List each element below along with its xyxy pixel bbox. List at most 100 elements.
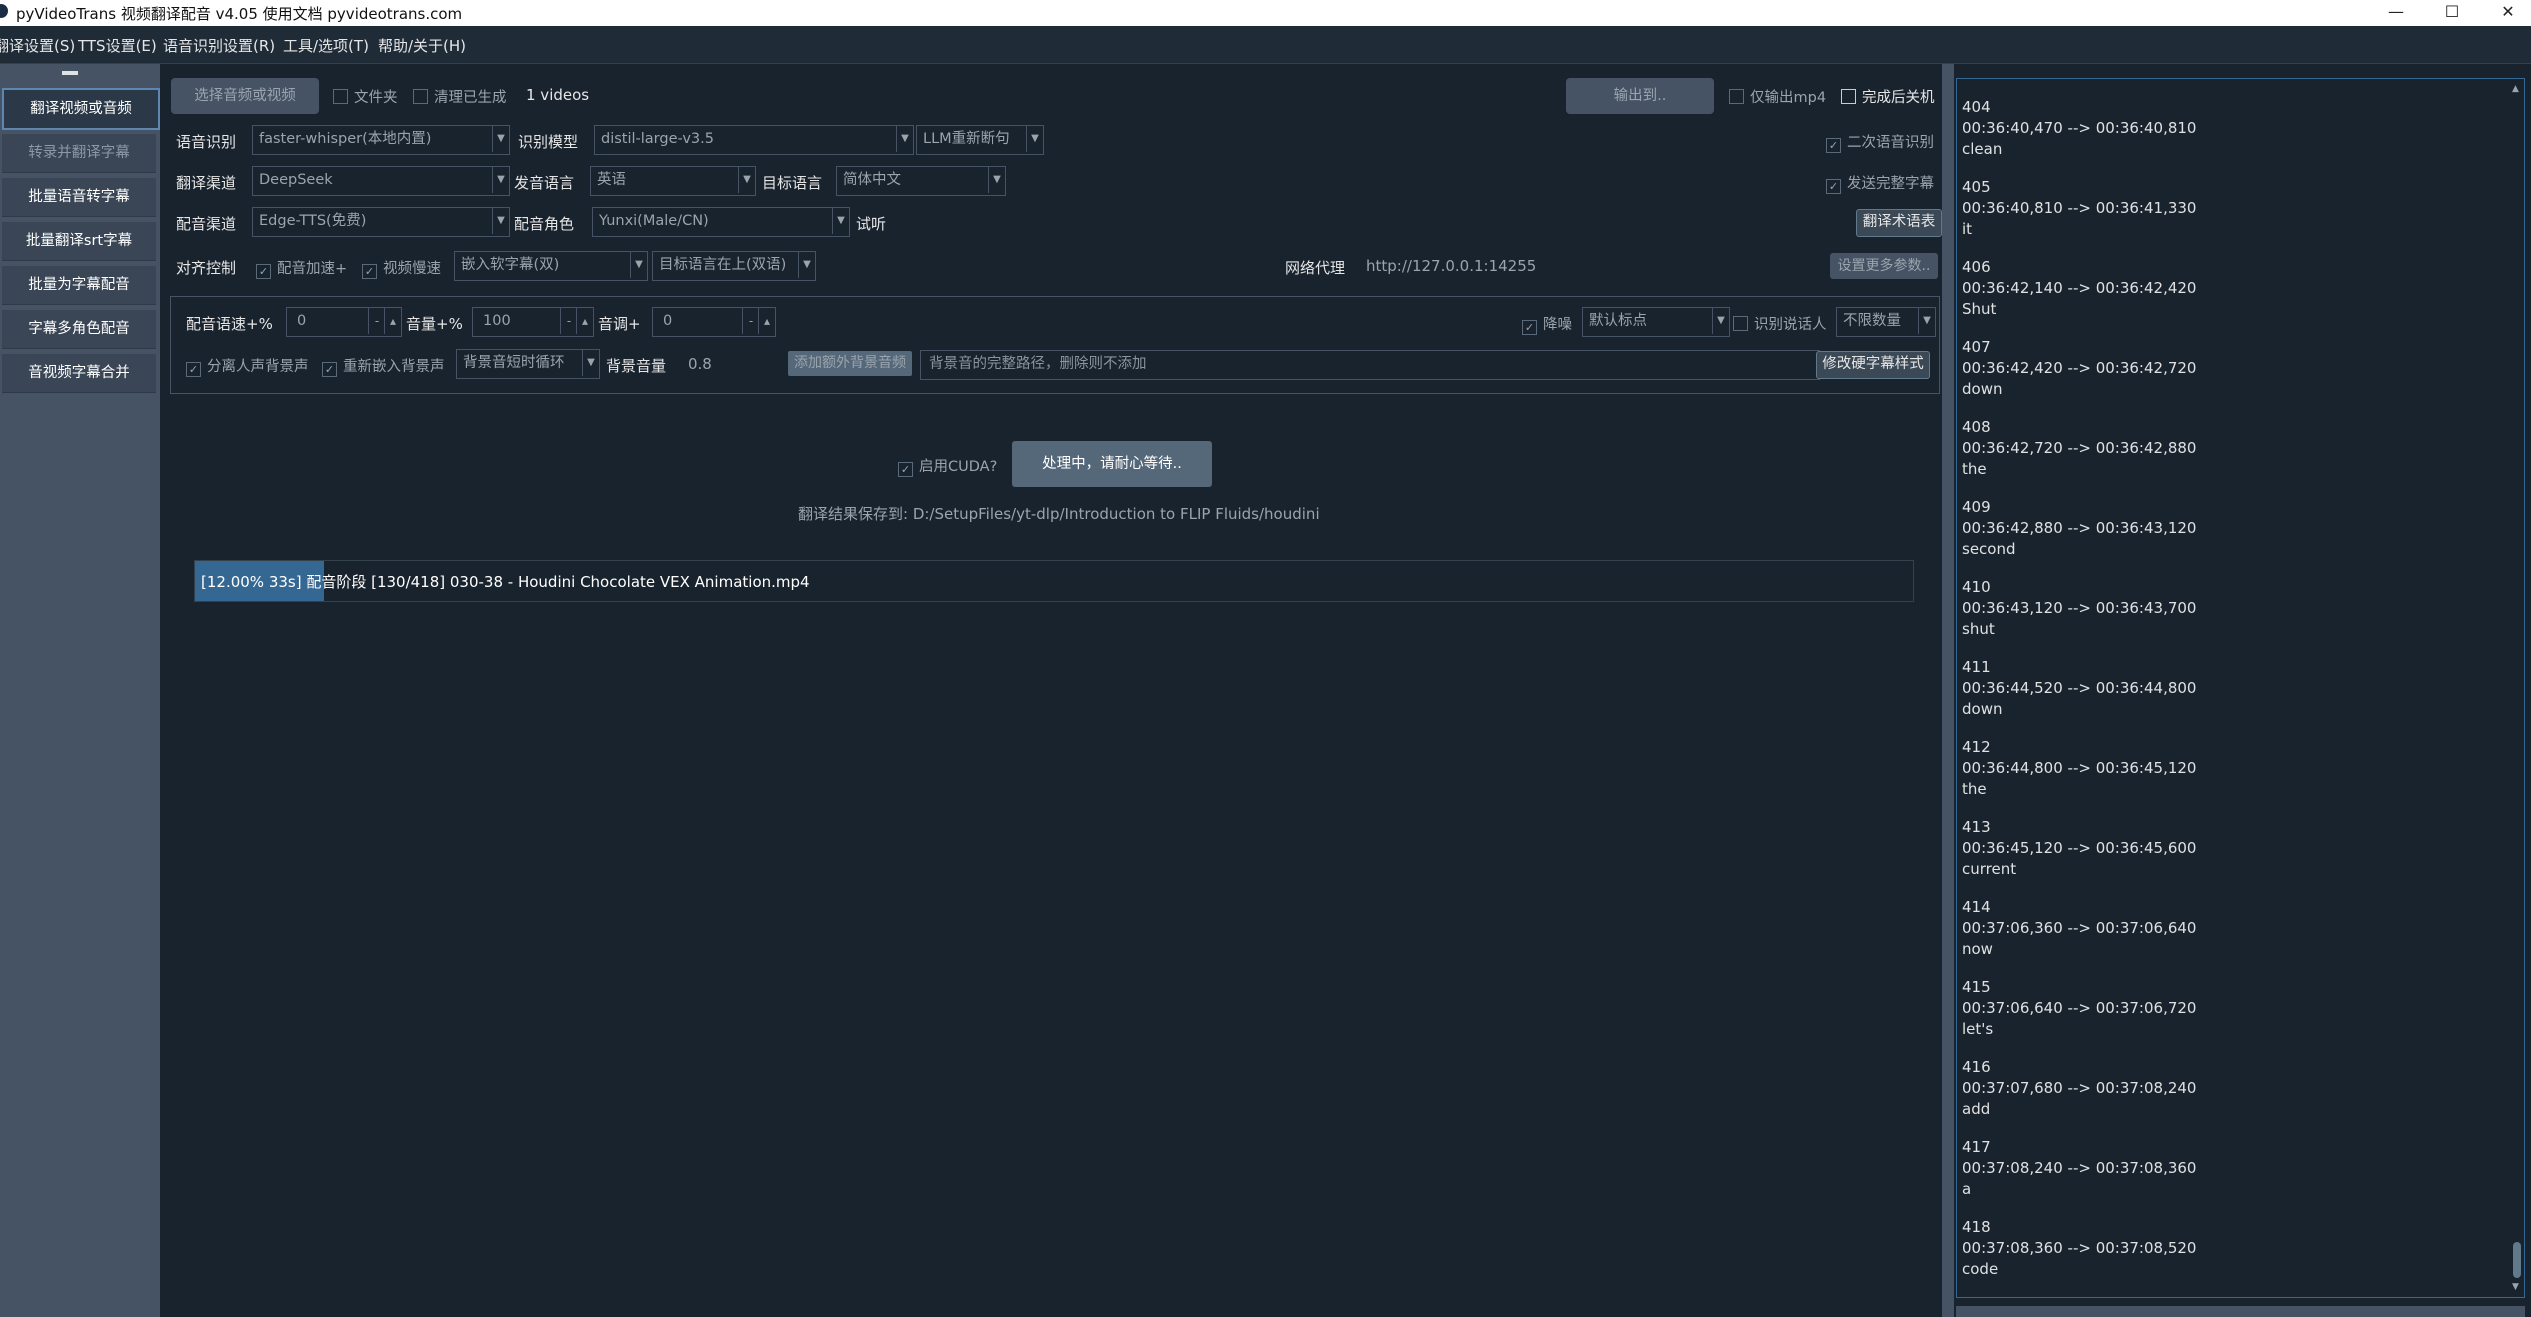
subtitle-style-button[interactable]: 修改硬字幕样式 [1816, 351, 1930, 379]
log-entry: 416 00:37:07,680 --> 00:37:08,240 add [1962, 1057, 2196, 1120]
check-icon: ✓ [256, 264, 271, 279]
select-media-button[interactable]: 选择音频或视频 [171, 78, 319, 114]
bg-volume-input[interactable]: 0.8 [688, 355, 712, 373]
translate-channel-value: DeepSeek [259, 172, 333, 188]
video-slow-checkbox[interactable]: ✓ 视频慢速 [362, 257, 441, 279]
glossary-button[interactable]: 翻译术语表 [1856, 209, 1942, 237]
menu-tts-settings[interactable]: TTS设置(E) [78, 35, 157, 56]
close-button[interactable]: ✕ [2478, 0, 2531, 26]
log-entry: 407 00:36:42,420 --> 00:36:42,720 down [1962, 337, 2196, 400]
log-entry-time: 00:37:06,640 --> 00:37:06,720 [1962, 999, 2197, 1017]
chevron-down-icon: ▼ [492, 167, 509, 193]
punctuation-select[interactable]: 默认标点 ▼ [1582, 307, 1730, 337]
chevron-down-icon: ▼ [1026, 126, 1043, 152]
output-to-button[interactable]: 输出到.. [1566, 78, 1714, 114]
decrement-icon[interactable]: - [368, 308, 385, 334]
speech-rate-spinbox[interactable]: 0 - ▴ [286, 307, 402, 337]
more-settings-button[interactable]: 设置更多参数.. [1830, 253, 1938, 279]
menu-translate-settings[interactable]: 翻译设置(S) [0, 35, 75, 56]
check-icon: ✓ [1826, 138, 1841, 153]
log-entry-time: 00:36:44,800 --> 00:36:45,120 [1962, 759, 2197, 777]
bottom-action-button[interactable] [1956, 1306, 2525, 1317]
log-entry-time: 00:36:40,470 --> 00:36:40,810 [1962, 119, 2197, 137]
dub-speedup-label: 配音加速+ [277, 261, 348, 277]
separate-bg-checkbox[interactable]: ✓ 分离人声背景声 [186, 355, 309, 377]
embed-subtitle-value: 嵌入软字幕(双) [461, 257, 560, 273]
listen-button[interactable]: 试听 [856, 213, 886, 234]
log-entry-index: 406 [1962, 258, 1991, 276]
sidebar-collapse-icon[interactable] [62, 71, 78, 75]
model-select[interactable]: distil-large-v3.5 ▼ [594, 125, 914, 155]
log-entry-text: shut [1962, 620, 1995, 638]
decrement-icon[interactable]: - [742, 308, 759, 334]
sidebar-item-batch-asr[interactable]: 批量语音转字幕 [2, 178, 156, 217]
source-language-select[interactable]: 英语 ▼ [590, 166, 756, 196]
speech-rate-label: 配音语速+% [186, 315, 273, 333]
chevron-down-icon: ▼ [738, 167, 755, 193]
log-entry-text: add [1962, 1100, 1991, 1118]
sidebar-item-multi-role[interactable]: 字幕多角色配音 [2, 310, 156, 349]
sidebar-item-translate-video[interactable]: 翻译视频或音频 [2, 88, 160, 130]
sidebar-item-transcribe-translate[interactable]: 转录并翻译字幕 [2, 134, 156, 173]
shutdown-label: 完成后关机 [1862, 90, 1935, 106]
menu-tools[interactable]: 工具/选项(T) [283, 35, 369, 56]
log-entry-text: let's [1962, 1020, 1994, 1038]
denoise-checkbox[interactable]: ✓ 降噪 [1522, 313, 1572, 335]
maximize-button[interactable]: ☐ [2422, 0, 2482, 26]
voice-role-select[interactable]: Yunxi(Male/CN) ▼ [592, 207, 850, 237]
add-bg-audio-button[interactable]: 添加额外背景音频 [788, 351, 912, 376]
subtitle-log-panel[interactable]: 404 00:36:40,470 --> 00:36:40,810 clean 405… [1956, 78, 2525, 1298]
shutdown-checkbox[interactable]: 完成后关机 [1841, 86, 1935, 107]
log-entry-index: 418 [1962, 1218, 1991, 1236]
log-scrollbar[interactable]: ▲ ▼ [2510, 82, 2524, 1292]
increment-icon[interactable]: ▴ [384, 308, 401, 334]
voice-role-label: 配音角色 [514, 215, 575, 233]
scroll-up-icon[interactable]: ▲ [2512, 84, 2519, 94]
folder-checkbox[interactable]: 文件夹 [333, 86, 398, 107]
send-full-subtitle-checkbox[interactable]: ✓ 发送完整字幕 [1826, 172, 1934, 194]
clean-generated-checkbox[interactable]: 清理已生成 [413, 86, 507, 107]
target-language-select[interactable]: 简体中文 ▼ [836, 166, 1006, 196]
log-entry-time: 00:37:08,360 --> 00:37:08,520 [1962, 1239, 2197, 1257]
panel-splitter[interactable] [1942, 64, 1954, 1317]
language-position-select[interactable]: 目标语言在上(双语) ▼ [652, 251, 816, 281]
scroll-down-icon[interactable]: ▼ [2512, 1282, 2519, 1292]
bg-loop-select[interactable]: 背景音短时循环 ▼ [456, 349, 600, 379]
volume-spinbox[interactable]: 100 - ▴ [472, 307, 594, 337]
dub-speedup-checkbox[interactable]: ✓ 配音加速+ [256, 257, 347, 279]
log-entry-index: 413 [1962, 818, 1991, 836]
increment-icon[interactable]: ▴ [758, 308, 775, 334]
log-entry: 414 00:37:06,360 --> 00:37:06,640 now [1962, 897, 2196, 960]
translate-channel-select[interactable]: DeepSeek ▼ [252, 166, 510, 196]
decrement-icon[interactable]: - [560, 308, 577, 334]
check-icon: ✓ [898, 462, 913, 477]
start-process-button[interactable]: 处理中，请耐心等待.. [1012, 441, 1212, 487]
speaker-id-label: 识别说话人 [1754, 317, 1827, 333]
log-entry-text: the [1962, 780, 1987, 798]
increment-icon[interactable]: ▴ [576, 308, 593, 334]
scrollbar-thumb[interactable] [2513, 1242, 2521, 1278]
speaker-count-select[interactable]: 不限数量 ▼ [1836, 307, 1936, 337]
tts-channel-select[interactable]: Edge-TTS(免费) ▼ [252, 207, 510, 237]
save-path-link[interactable]: 翻译结果保存到: D:/SetupFiles/yt-dlp/Introducti… [798, 503, 1320, 524]
log-entry-text: second [1962, 540, 2016, 558]
sidebar-item-batch-srt[interactable]: 批量翻译srt字幕 [2, 222, 156, 261]
asr-select[interactable]: faster-whisper(本地内置) ▼ [252, 125, 510, 155]
reembed-bg-checkbox[interactable]: ✓ 重新嵌入背景声 [322, 355, 445, 377]
pitch-spinbox[interactable]: 0 - ▴ [652, 307, 776, 337]
embed-subtitle-select[interactable]: 嵌入软字幕(双) ▼ [454, 251, 648, 281]
bg-audio-path-input[interactable]: 背景音的完整路径，删除则不添加 [920, 350, 1820, 380]
speaker-id-checkbox[interactable]: 识别说话人 [1733, 313, 1827, 334]
proxy-input[interactable]: http://127.0.0.1:14255 [1366, 257, 1536, 275]
second-asr-checkbox[interactable]: ✓ 二次语音识别 [1826, 131, 1934, 153]
tts-channel-value: Edge-TTS(免费) [259, 213, 367, 229]
menu-help[interactable]: 帮助/关于(H) [378, 35, 466, 56]
sidebar-item-batch-dubbing[interactable]: 批量为字幕配音 [2, 266, 156, 305]
send-full-subtitle-label: 发送完整字幕 [1847, 176, 1934, 192]
only-mp4-checkbox[interactable]: 仅输出mp4 [1729, 86, 1826, 107]
cuda-checkbox[interactable]: ✓ 启用CUDA? [898, 455, 997, 477]
minimize-button[interactable]: — [2366, 0, 2426, 26]
llm-resegment-select[interactable]: LLM重新断句 ▼ [916, 125, 1044, 155]
sidebar-item-merge[interactable]: 音视频字幕合并 [2, 354, 156, 393]
menu-asr-settings[interactable]: 语音识别设置(R) [163, 35, 275, 56]
